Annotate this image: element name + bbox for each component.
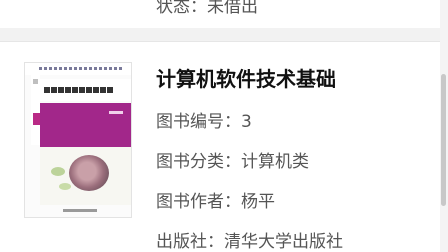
book-card[interactable]: 计算机软件技术基础 图书编号：3 图书分类：计算机类 图书作者：杨平 出版社：清… — [0, 42, 440, 252]
book-author-label: 图书作者： — [156, 192, 241, 212]
status-value: 未借出 — [207, 0, 258, 17]
book-number-value: 3 — [241, 112, 252, 132]
book-publisher-row: 出版社：清华大学出版社 — [156, 227, 343, 252]
cover-color-block — [40, 103, 131, 147]
cover-flower-illustration — [69, 155, 109, 191]
book-number-label: 图书编号： — [156, 112, 241, 132]
book-category-label: 图书分类： — [156, 152, 241, 172]
cover-leaf — [51, 167, 65, 176]
book-author-row: 图书作者：杨平 — [156, 187, 275, 212]
book-list-page: 状态：未借出 计算机软件技术基础 图书编号：3 图书分类：计算机类 图书作者：杨… — [0, 0, 448, 252]
book-category-value: 计算机类 — [241, 152, 309, 172]
previous-book-card[interactable]: 状态：未借出 — [0, 0, 440, 28]
cover-side-tab — [31, 75, 40, 145]
book-publisher-label: 出版社： — [156, 232, 224, 252]
cover-leaf — [59, 183, 71, 190]
list-separator — [0, 28, 440, 42]
book-author-value: 杨平 — [241, 192, 275, 212]
book-number-row: 图书编号：3 — [156, 107, 252, 132]
cover-title-text — [44, 87, 114, 93]
book-publisher-value: 清华大学出版社 — [224, 232, 343, 252]
book-cover-image — [24, 62, 132, 218]
cover-publisher-mark — [63, 209, 97, 212]
cover-edition-mark — [109, 111, 123, 114]
scrollbar-thumb[interactable] — [441, 74, 446, 206]
cover-side-dot — [33, 79, 38, 84]
cover-series-text — [39, 67, 123, 70]
previous-book-status: 状态：未借出 — [156, 0, 258, 17]
cover-title-band — [40, 79, 131, 101]
book-category-row: 图书分类：计算机类 — [156, 147, 309, 172]
status-label: 状态： — [156, 0, 207, 17]
book-title: 计算机软件技术基础 — [156, 67, 336, 91]
